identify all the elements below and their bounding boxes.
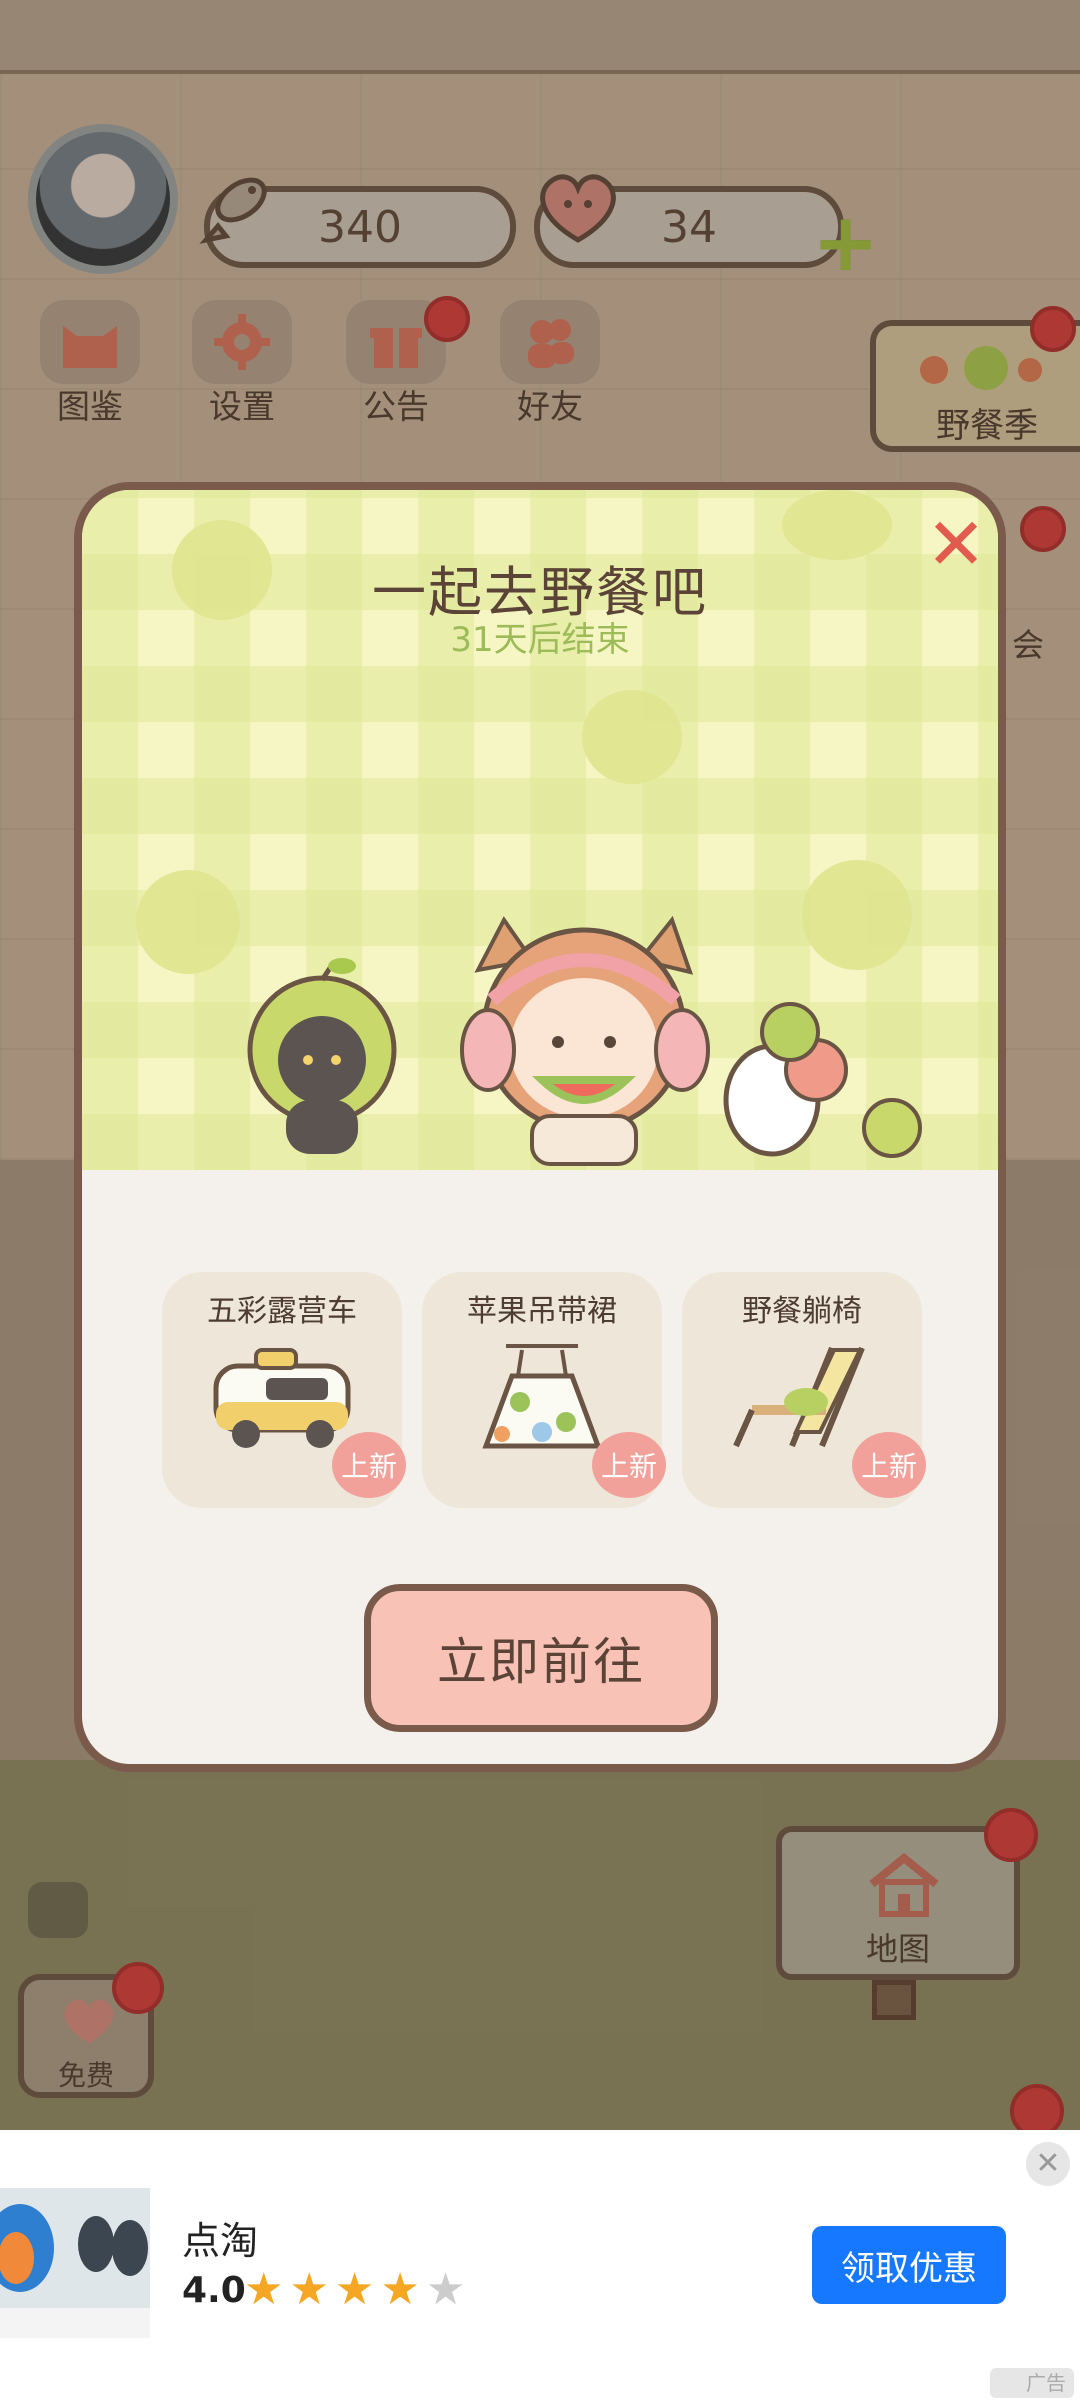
close-button[interactable]: ✕ — [924, 508, 988, 580]
apple-decoration — [136, 870, 240, 974]
item-name: 野餐躺椅 — [742, 1294, 862, 1329]
ad-close-icon[interactable]: ✕ — [1026, 2142, 1070, 2186]
modal-countdown: 31天后结束 — [450, 620, 630, 660]
picnic-characters-illustration — [247, 915, 922, 1166]
item-name: 苹果吊带裙 — [467, 1294, 617, 1329]
go-now-button[interactable]: 立即前往 — [364, 1584, 718, 1732]
event-modal: 一起去野餐吧 31天后结束 ✕ 五彩露营车 上新 苹果吊带裙 上新 野餐躺椅 上… — [74, 482, 1006, 1772]
item-card-camper[interactable]: 五彩露营车 上新 — [162, 1272, 406, 1508]
star-icon: ★ — [244, 2264, 290, 2315]
ad-banner[interactable]: 点淘 4.0 ★★★★★ 领取优惠 ✕ — [0, 2130, 1080, 2400]
dress-icon — [482, 1344, 602, 1449]
deck-chair-icon — [733, 1346, 865, 1448]
ad-app-name: 点淘 — [182, 2219, 259, 2263]
star-empty-icon: ★ — [425, 2264, 472, 2315]
item-name: 五彩露营车 — [207, 1294, 357, 1329]
new-badge: 上新 — [592, 1432, 666, 1498]
ad-star-rating: ★★★★★ — [244, 2264, 471, 2315]
item-card-dress[interactable]: 苹果吊带裙 上新 — [422, 1272, 666, 1508]
new-badge: 上新 — [332, 1432, 406, 1498]
star-icon: ★ — [380, 2264, 426, 2315]
apple-decoration — [582, 690, 682, 784]
ad-rating: 4.0 — [182, 2270, 246, 2311]
star-icon: ★ — [334, 2264, 381, 2315]
ad-label: 广告 — [990, 2368, 1074, 2398]
item-card-deck-chair[interactable]: 野餐躺椅 上新 — [682, 1272, 926, 1508]
camper-van-icon — [213, 1348, 351, 1448]
star-icon: ★ — [289, 2264, 335, 2315]
new-badge: 上新 — [852, 1432, 926, 1498]
ad-thumbnail[interactable] — [0, 2188, 150, 2338]
ad-cta-button[interactable]: 领取优惠 — [812, 2226, 1006, 2304]
